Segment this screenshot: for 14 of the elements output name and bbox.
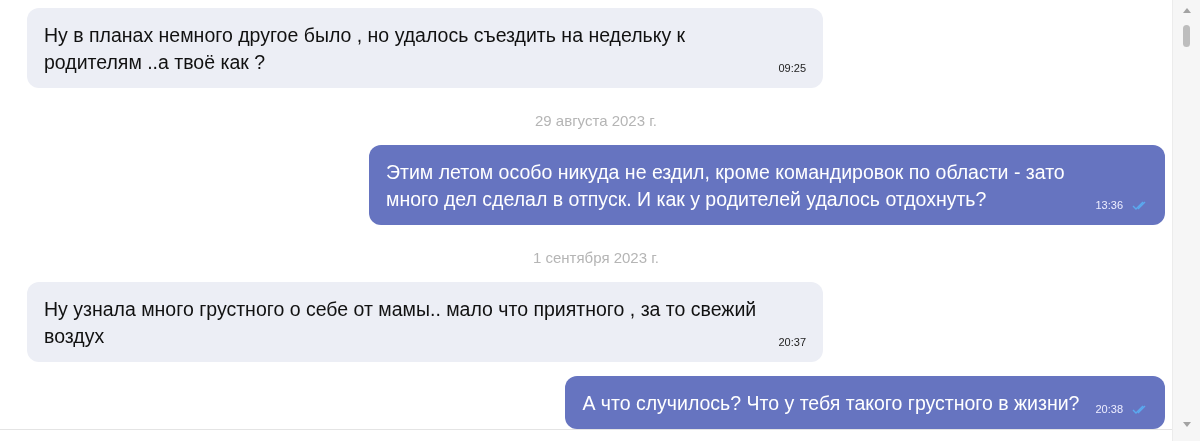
message-time: 13:36 — [1095, 199, 1123, 211]
date-separator: 29 августа 2023 г. — [534, 112, 658, 129]
message-time: 20:37 — [778, 336, 806, 348]
scrollbar[interactable] — [1172, 0, 1200, 441]
message-text: А что случилось? Что у тебя такого грустного в жизни? — [582, 391, 1080, 416]
scrollbar-thumb[interactable] — [1183, 25, 1190, 47]
message-time: 09:25 — [778, 62, 806, 74]
date-separator: 1 сентября 2023 г. — [532, 249, 660, 266]
message-text: Этим летом особо никуда не ездил, кроме командировок по области - зато много дел сделал в отпуск. И как у родителей удалось отдохнуть? — [386, 160, 1066, 212]
scroll-down-arrow-icon[interactable] — [1182, 422, 1191, 427]
message-text: Ну в планах немного другое было , но удалось съездить на недельку к родителям ..а твоё как ? — [44, 23, 687, 75]
message-time: 20:38 — [1095, 403, 1123, 415]
message-text: Ну узнала много грустного о себе от мамы.. мало что приятного , за то свежий воздух — [44, 297, 758, 349]
scroll-up-arrow-icon[interactable] — [1182, 8, 1191, 13]
